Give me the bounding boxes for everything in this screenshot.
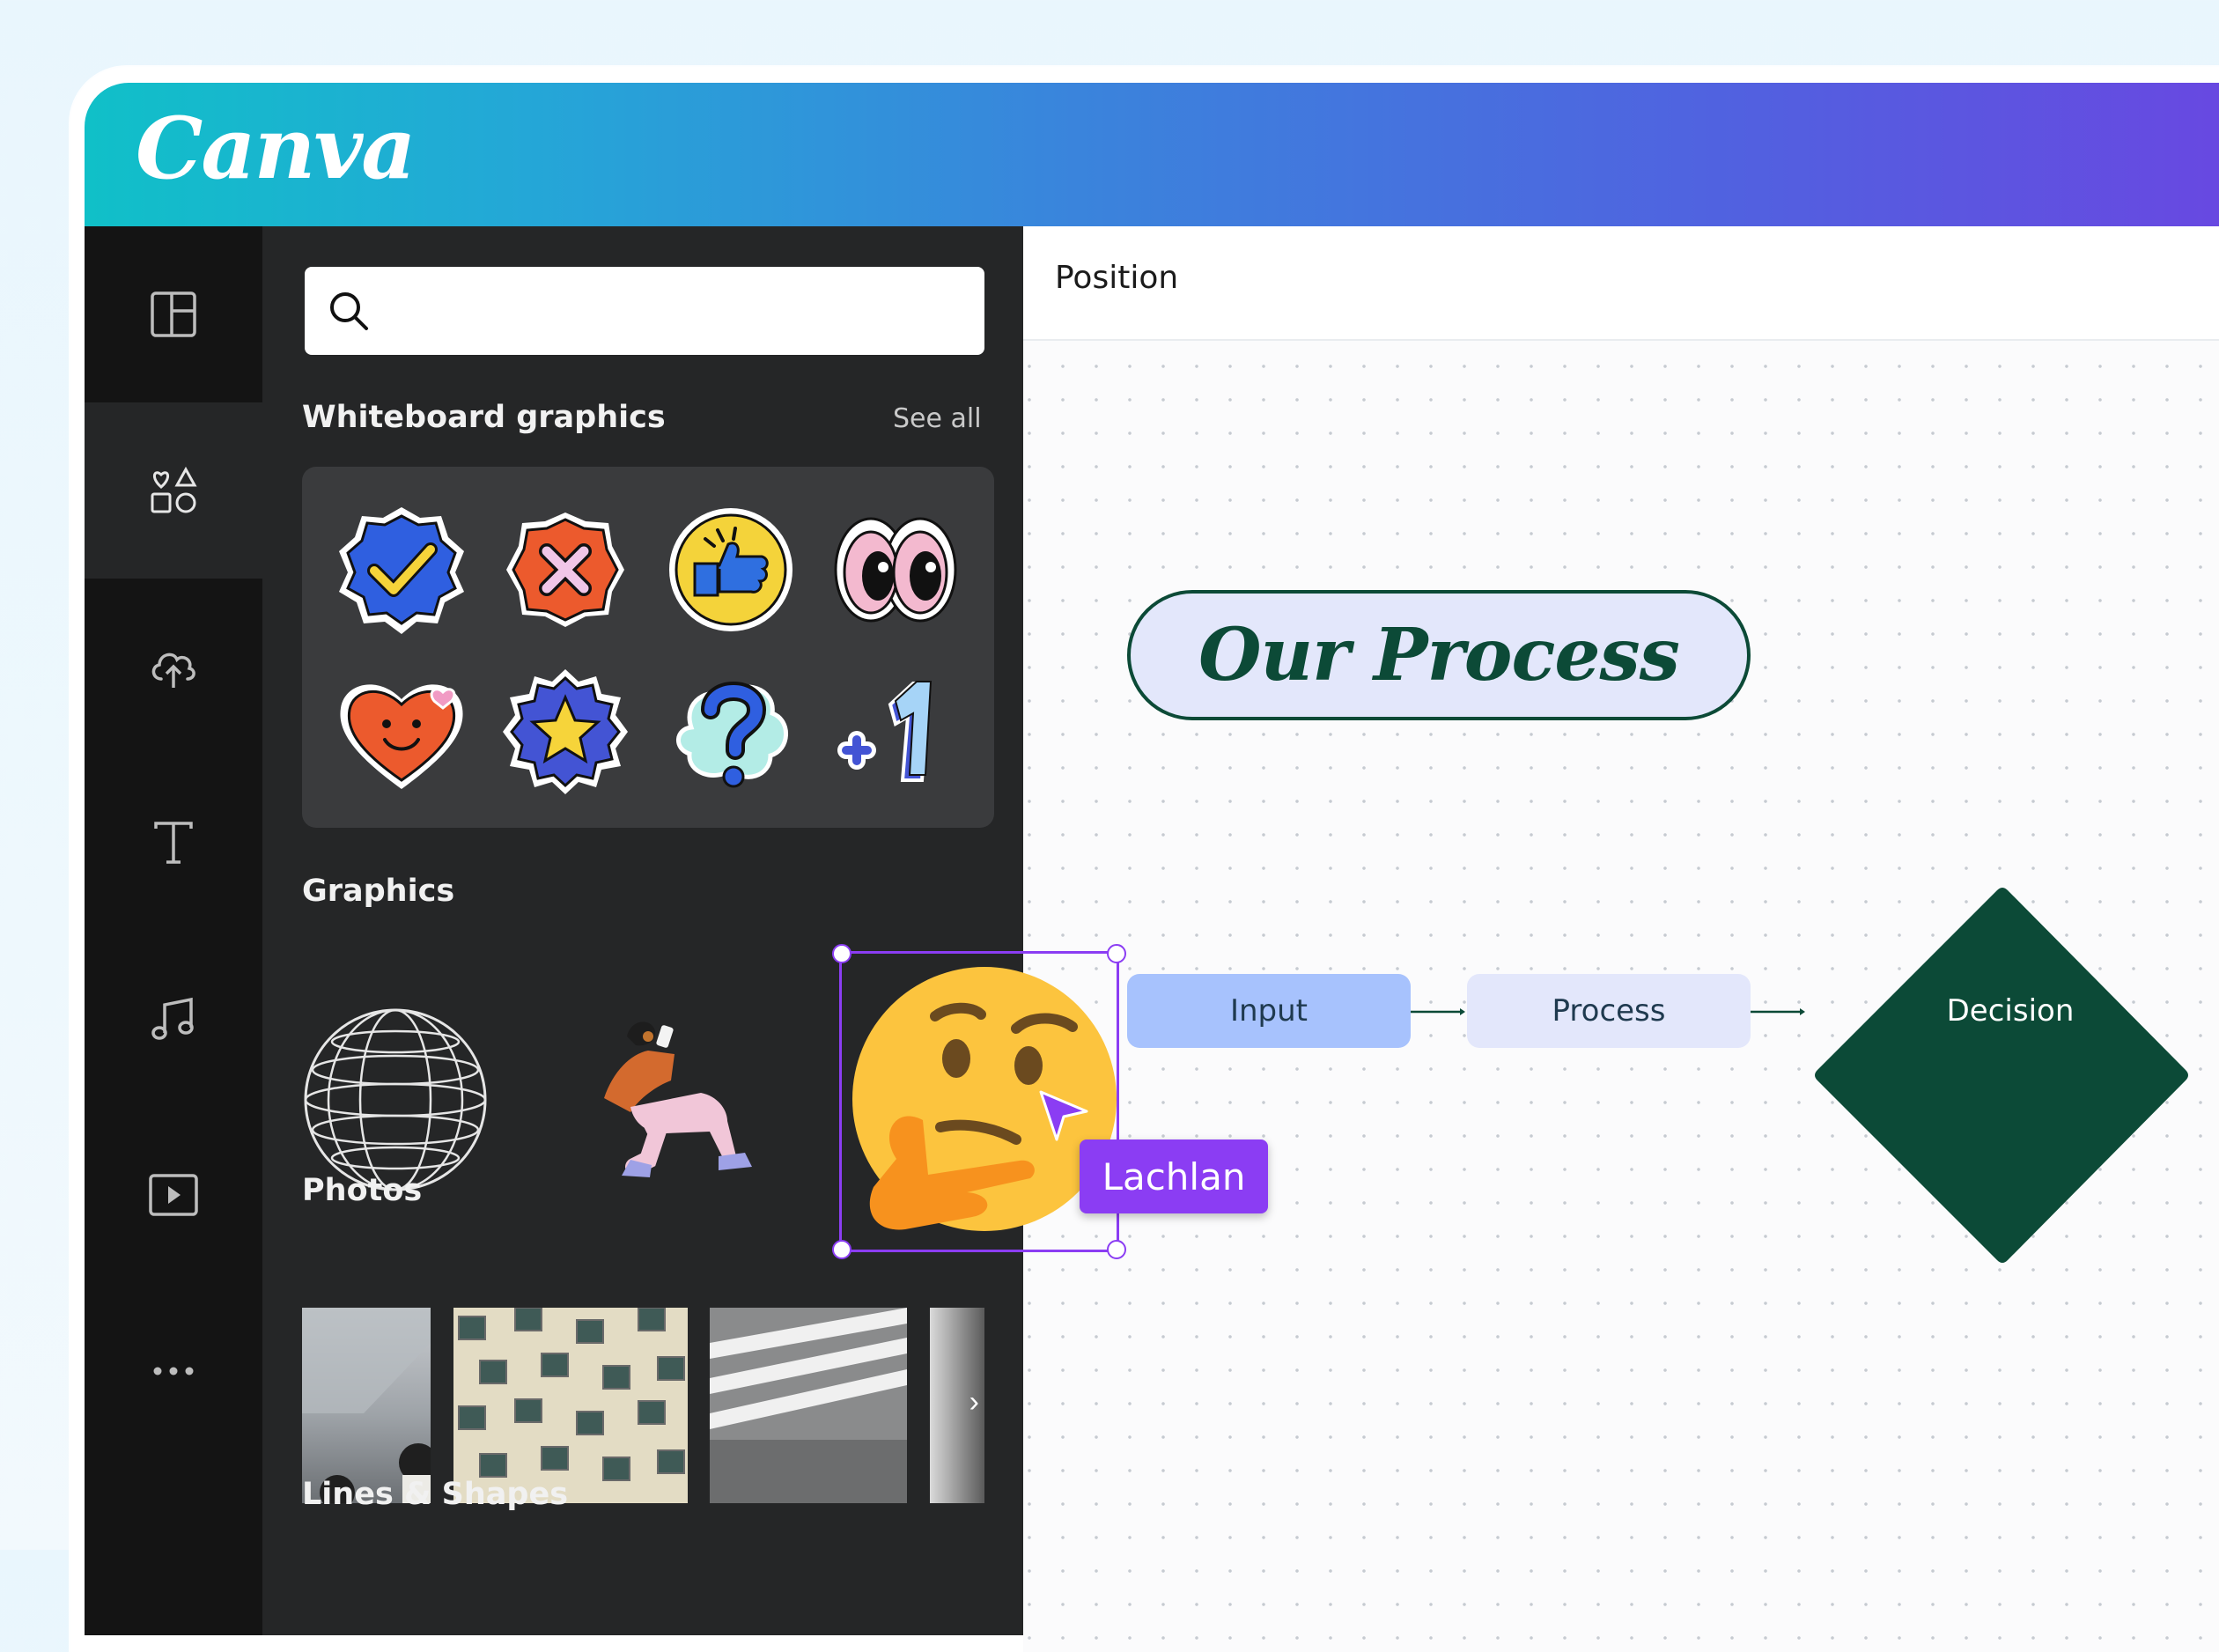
rail-item-text[interactable]: [85, 755, 262, 931]
video-icon: [149, 1174, 198, 1216]
process-title-text: Our Process: [1198, 613, 1680, 697]
flow-node-decision-label: Decision: [1946, 993, 2075, 1029]
see-all-link[interactable]: See all: [893, 403, 982, 434]
person-on-phone-illustration[interactable]: [595, 1001, 789, 1195]
checkmark-badge-sticker[interactable]: [335, 504, 468, 636]
side-rail: [85, 226, 262, 1635]
star-badge-sticker[interactable]: [499, 666, 631, 798]
text-icon: [154, 822, 193, 864]
music-icon: [151, 997, 194, 1040]
connector-arrow-2[interactable]: [1751, 1003, 1809, 1021]
canva-logo[interactable]: Canva: [136, 99, 416, 198]
canvas-toolbar: Position: [1023, 226, 2219, 341]
search-input[interactable]: [391, 293, 984, 328]
whiteboard-graphics-heading: Whiteboard graphics: [302, 400, 666, 435]
upload-cloud-icon: [151, 653, 195, 688]
flow-node-process-label: Process: [1552, 993, 1666, 1029]
photo-building-content: [453, 1308, 688, 1503]
collaborator-cursor-icon: [1039, 1090, 1088, 1141]
flow-node-decision-label-wrap: Decision: [1921, 974, 2099, 1048]
x-mark-badge-sticker[interactable]: [499, 504, 631, 636]
whiteboard-graphics-grid: [302, 467, 994, 828]
photo-tile-people[interactable]: [302, 1308, 431, 1503]
wireframe-sphere-graphic[interactable]: [302, 1007, 489, 1193]
app-window: Canva Whiteboard graphics See all Graphi…: [70, 67, 2219, 1652]
photos-heading: Photos: [302, 1173, 423, 1208]
elements-panel: Whiteboard graphics See all Graphics Pho…: [262, 226, 1023, 1635]
photo-tile-partial[interactable]: ›: [930, 1308, 984, 1503]
photo-tile-crosswalk[interactable]: [710, 1308, 907, 1503]
search-icon: [330, 292, 368, 330]
app-header: Canva: [85, 83, 2219, 226]
process-title-pill[interactable]: Our Process: [1127, 590, 1751, 720]
thumbs-up-sticker[interactable]: [665, 504, 797, 636]
layout-icon: [151, 291, 196, 337]
rail-item-audio[interactable]: [85, 931, 262, 1107]
connector-arrow-1[interactable]: [1411, 1003, 1469, 1021]
photo-people-content: [302, 1308, 431, 1503]
more-icon: [153, 1367, 194, 1375]
rail-item-videos[interactable]: [85, 1107, 262, 1283]
flow-node-input[interactable]: Input: [1127, 974, 1411, 1048]
heart-smile-sticker[interactable]: [335, 666, 468, 798]
rail-item-more[interactable]: [85, 1283, 262, 1459]
photo-tile-building[interactable]: [453, 1308, 688, 1503]
chevron-right-icon[interactable]: ›: [969, 1385, 979, 1420]
search-box[interactable]: [305, 267, 984, 355]
collaborator-name-tag: Lachlan: [1080, 1139, 1268, 1213]
lines-shapes-heading: Lines & Shapes: [302, 1477, 569, 1512]
googly-eyes-sticker[interactable]: [829, 504, 961, 636]
question-mark-sticker[interactable]: [665, 666, 797, 798]
rail-item-elements[interactable]: [85, 402, 262, 579]
flow-node-decision[interactable]: [1805, 881, 2201, 1278]
graphics-heading: Graphics: [302, 874, 455, 909]
elements-icon: [151, 466, 197, 513]
flow-node-input-label: Input: [1229, 993, 1309, 1029]
whiteboard-canvas[interactable]: Our Process Input Process Decision: [1023, 341, 2219, 1652]
flow-node-process[interactable]: Process: [1467, 974, 1751, 1048]
rail-item-design[interactable]: [85, 226, 262, 402]
rail-item-uploads[interactable]: [85, 579, 262, 755]
photo-crosswalk-content: [710, 1308, 907, 1503]
plus-one-sticker[interactable]: [829, 666, 961, 798]
position-button[interactable]: Position: [1055, 260, 1178, 296]
